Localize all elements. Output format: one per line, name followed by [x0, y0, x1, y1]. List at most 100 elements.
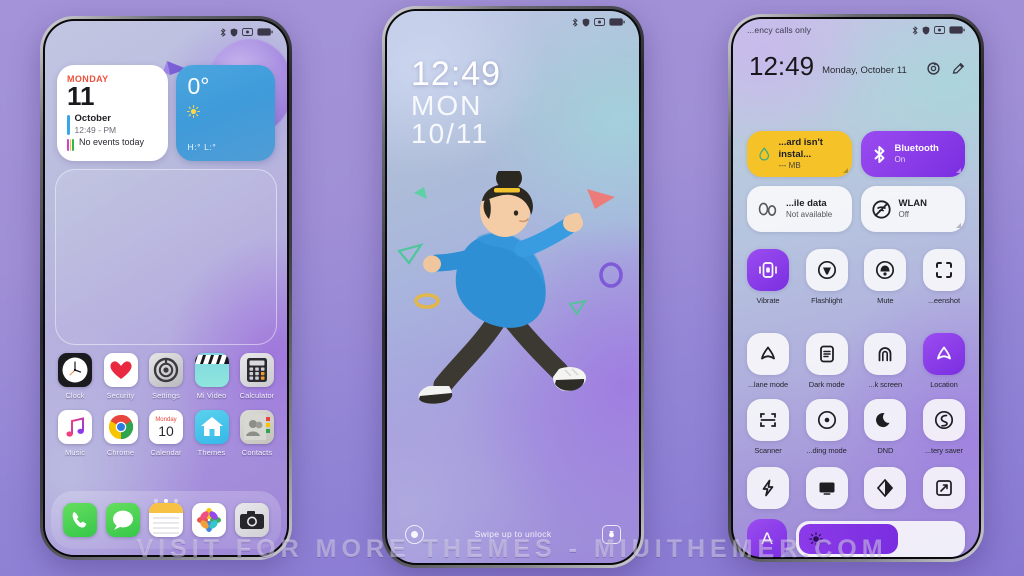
toggle-dark-mode[interactable]: Dark mode [805, 333, 848, 389]
toggle-reading-mode[interactable]: ...ding mode [805, 399, 848, 455]
app-security[interactable]: Security [101, 353, 141, 400]
status-bar [387, 11, 639, 33]
app-clock[interactable]: Clock [55, 353, 95, 400]
battery-icon [609, 18, 625, 26]
tile-corner-arrow[interactable] [956, 223, 961, 228]
phone2-screen: 12:49 MON 10/11 Swipe up to unlock [387, 11, 639, 563]
app-label: Clock [65, 391, 85, 400]
folder-panel[interactable] [55, 169, 277, 345]
lock-screen-icon [864, 333, 907, 375]
app-calendar[interactable]: Monday 10 Calendar [146, 410, 186, 457]
tile-title: ...ard isn't instal... [778, 137, 823, 160]
toggle-contrast[interactable] [864, 467, 907, 514]
calendar-month-block: October 12:49 - PM [74, 113, 117, 135]
heart-icon [103, 353, 138, 387]
reading-mode-icon [805, 399, 848, 441]
photos-flower-icon[interactable] [191, 503, 226, 537]
camera-icon[interactable] [234, 503, 269, 537]
sim-card-tile[interactable]: ...ard isn't instal... --- MB [747, 131, 852, 177]
toggle-cast-screen[interactable] [805, 467, 848, 514]
tri-accent-bars [67, 139, 75, 152]
clock-icon [58, 353, 92, 387]
tile-sub: Off [898, 209, 910, 219]
toggle-flashlight[interactable]: Flashlight [805, 249, 848, 305]
calendar-month-row: October 12:49 - PM [67, 113, 158, 136]
weather-widget[interactable]: 0° H:° L:° [176, 65, 275, 161]
toggle-mute[interactable]: Mute [864, 249, 907, 305]
app-label: Contacts [241, 448, 273, 457]
calendar-events-text: No events today [79, 137, 145, 148]
carrier-label: ...ency calls only [747, 25, 812, 35]
weather-temperature: 0° [187, 73, 210, 99]
bluetooth-icon [912, 25, 918, 35]
lock-date: 10/11 [411, 118, 489, 150]
toggle-dnd[interactable]: DND [864, 399, 907, 455]
sim-drop-icon [759, 147, 770, 161]
app-settings[interactable]: Settings [146, 353, 186, 400]
phone1-screen: MONDAY 11 October 12:49 - PM No events t… [45, 21, 287, 555]
tile-sub: --- MB [778, 160, 801, 170]
app-label: Security [106, 391, 135, 400]
app-calculator[interactable]: Calculator [237, 353, 277, 400]
phone3-screen: ...ency calls only 12:49 Monday, October… [733, 19, 979, 557]
phone-icon[interactable] [63, 503, 98, 537]
power-saver-icon [747, 467, 789, 509]
bluetooth-icon [873, 145, 884, 163]
mobile-data-tile[interactable]: ...ile data Not available [747, 186, 852, 232]
location-icon [922, 333, 965, 375]
sun-icon [187, 105, 201, 118]
toggle-label: ...eenshot [927, 296, 960, 305]
settings-icon[interactable] [927, 62, 940, 75]
toggle-battery-saver[interactable]: ...tery saver [922, 399, 965, 455]
toggle-airplane-mode[interactable]: ...lane mode [747, 333, 789, 389]
flashlight-icon [805, 249, 848, 291]
edit-icon[interactable] [952, 62, 965, 75]
walking-character-illustration [387, 166, 639, 431]
toggle-screen-rotate[interactable] [922, 467, 965, 514]
toggle-vibrate[interactable]: Vibrate [747, 249, 789, 305]
dark-mode-icon [805, 333, 848, 375]
phone-control-center: ...ency calls only 12:49 Monday, October… [728, 14, 984, 562]
tile-text: ...ile data Not available [786, 198, 832, 220]
toggle-label: ...k screen [868, 380, 903, 389]
calendar-events-row: No events today [67, 137, 158, 152]
message-bubble-icon[interactable] [106, 503, 141, 537]
gear-icon [149, 353, 183, 387]
toggle-label: Flashlight [811, 296, 843, 305]
calendar-month: October [74, 113, 111, 125]
app-row-2: Music Chrome Monday 10 Calendar Themes C… [55, 410, 277, 457]
wlan-tile[interactable]: WLAN Off [860, 186, 965, 232]
app-chrome[interactable]: Chrome [101, 410, 141, 457]
toggle-scanner[interactable]: Scanner [747, 399, 789, 455]
toggle-lock-screen[interactable]: ...k screen [864, 333, 907, 389]
cc-header-actions [927, 62, 965, 79]
toggle-screenshot[interactable]: ...eenshot [922, 249, 965, 305]
app-themes[interactable]: Themes [192, 410, 232, 457]
calculator-icon [240, 353, 274, 387]
bluetooth-tile[interactable]: Bluetooth On [860, 131, 965, 177]
battery-icon [949, 26, 965, 34]
contacts-icon [240, 410, 274, 444]
phone-lock-screen: 12:49 MON 10/11 Swipe up to unlock [382, 6, 644, 568]
notes-icon[interactable] [148, 503, 183, 537]
status-bar: ...ency calls only [733, 19, 979, 41]
toggle-label: Mute [877, 296, 894, 305]
app-label: Chrome [106, 448, 135, 457]
contrast-icon [864, 467, 907, 509]
tile-sub: Not available [786, 209, 833, 219]
calendar-widget[interactable]: MONDAY 11 October 12:49 - PM No events t… [57, 65, 169, 161]
toggle-location[interactable]: Location [922, 333, 965, 389]
tile-corner-arrow[interactable] [956, 168, 961, 173]
vibrate-icon [747, 249, 789, 291]
app-contacts[interactable]: Contacts [237, 410, 277, 457]
toggle-label: Dark mode [808, 380, 845, 389]
house-icon [194, 410, 229, 444]
cc-toggle-row-1: Vibrate Flashlight Mute ...eenshot [747, 249, 965, 305]
toggle-power-saver[interactable] [747, 467, 789, 514]
app-music[interactable]: Music [55, 410, 95, 457]
tile-corner-arrow[interactable] [842, 168, 848, 173]
screenshot-icon [922, 249, 965, 291]
app-grid: Clock Security Settings Mi Video Calcula… [55, 353, 277, 467]
tile-sub: On [894, 154, 906, 164]
app-mi-video[interactable]: Mi Video [192, 353, 232, 400]
